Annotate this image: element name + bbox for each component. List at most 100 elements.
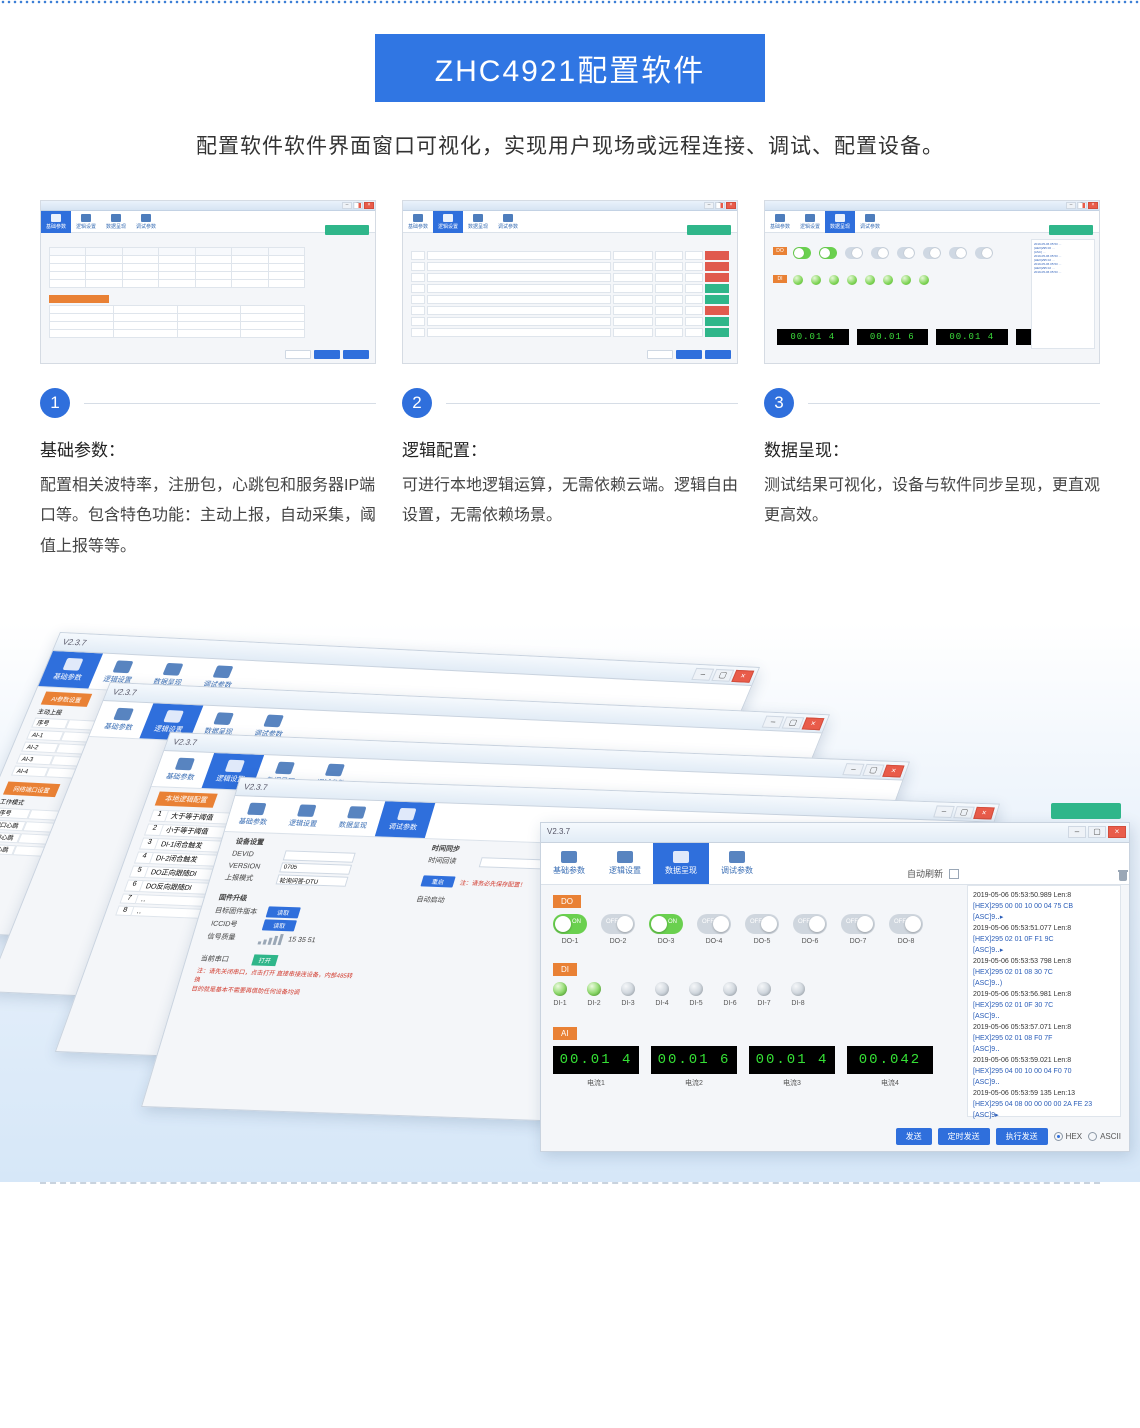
do-label: DO-8 xyxy=(898,938,915,945)
ai-readout-col: 00.01 4电流3 xyxy=(749,1046,835,1088)
save-warning: 注：请务必先保存配置！ xyxy=(459,878,528,889)
feature-2: 2 逻辑配置： 可进行本地逻辑运算，无需依赖云端。逻辑自由设置，无需依赖场景。 xyxy=(402,388,738,562)
di-led xyxy=(689,982,703,996)
log-panel-header[interactable] xyxy=(1051,803,1121,819)
stacked-pane-dataview-front: V2.3.7 –▢× 基础参数 逻辑设置 数据呈现 调试参数 日志信息 自动刷新… xyxy=(540,822,1130,1152)
feature-row: 1 基础参数： 配置相关波特率，注册包，心跳包和服务器IP端口等。包含特色功能：… xyxy=(0,388,1140,562)
di-led-col: DI-5 xyxy=(689,982,703,1007)
do-toggle[interactable] xyxy=(793,914,827,934)
close-icon[interactable]: × xyxy=(1108,826,1126,838)
send-button[interactable]: 发送 xyxy=(896,1128,932,1145)
devid-label: DEVID xyxy=(231,850,279,859)
tab-label: 数据呈现 xyxy=(468,223,488,230)
trash-icon[interactable] xyxy=(1117,869,1129,881)
report-mode-input[interactable] xyxy=(276,875,349,887)
do-toggle[interactable] xyxy=(841,914,875,934)
log-panel: 2019-05-06 05:53:50.989 Len:8 [HEX]295 0… xyxy=(967,885,1121,1117)
di-led-col: DI-1 xyxy=(553,982,567,1007)
exec-send-button[interactable]: 执行发送 xyxy=(996,1128,1048,1145)
ai-label: 电流3 xyxy=(783,1078,801,1088)
screenshot-basic-params: –▢× 基础参数 逻辑设置 数据呈现 调试参数 xyxy=(40,200,376,364)
restart-button[interactable]: 重启 xyxy=(420,876,455,888)
feature-title: 逻辑配置： xyxy=(402,436,738,461)
do-toggle[interactable] xyxy=(889,914,923,934)
do-toggle[interactable] xyxy=(601,914,635,934)
version-input[interactable] xyxy=(279,863,352,875)
tab-debug[interactable]: 调试参数 xyxy=(375,801,436,838)
signal-bars-icon xyxy=(258,933,285,946)
tab-debug[interactable]: 调试参数 xyxy=(709,843,765,884)
section-ai: AI参数设置 xyxy=(41,692,92,707)
tab-label: 基础参数 xyxy=(165,771,197,782)
tab-label: 逻辑设置 xyxy=(438,223,458,230)
ai-readout-col: 00.01 4电流1 xyxy=(553,1046,639,1088)
do-toggle[interactable] xyxy=(697,914,731,934)
serial-port-label: 当前串口 xyxy=(199,953,248,965)
page-subtitle: 配置软件软件界面窗口可视化，实现用户现场或远程连接、调试、配置设备。 xyxy=(40,130,1100,160)
serial-open-button[interactable]: 打开 xyxy=(251,955,278,967)
radio-ascii[interactable]: ASCII xyxy=(1088,1132,1121,1141)
do-label: DO-3 xyxy=(658,938,675,945)
do-toggle[interactable] xyxy=(649,914,683,934)
auto-refresh-label: 自动刷新 xyxy=(907,867,943,880)
tab-label: 数据呈现 xyxy=(337,820,368,831)
radio-label: ASCII xyxy=(1100,1132,1121,1141)
read-button[interactable]: 读取 xyxy=(266,907,301,919)
do-toggle-col: DO-5 xyxy=(745,914,779,945)
timed-send-button[interactable]: 定时发送 xyxy=(938,1128,990,1145)
screenshot-row: –▢× 基础参数 逻辑设置 数据呈现 调试参数 xyxy=(0,200,1140,364)
tab-label: 调试参数 xyxy=(860,223,880,230)
tab-label: 数据呈现 xyxy=(106,223,126,230)
feature-number-badge: 2 xyxy=(402,388,432,418)
feature-body: 测试结果可视化，设备与软件同步呈现，更直观更高效。 xyxy=(764,471,1100,532)
log-button xyxy=(325,225,369,235)
window-version: V2.3.7 xyxy=(111,687,138,697)
wrench-icon xyxy=(729,851,745,863)
ai-label: 电流2 xyxy=(685,1078,703,1088)
di-label: DI-1 xyxy=(553,1000,566,1007)
minimize-icon[interactable]: – xyxy=(1068,826,1086,838)
tab-label: 基础参数 xyxy=(770,223,790,230)
stacked-screenshots: V2.3.7 –▢× 基础参数 逻辑设置 数据呈现 调试参数 AI参数设置 主动… xyxy=(0,622,1140,1182)
auto-refresh-checkbox[interactable] xyxy=(949,869,959,879)
ai-label: 电流4 xyxy=(881,1078,899,1088)
radio-hex[interactable]: HEX xyxy=(1054,1132,1082,1141)
di-led xyxy=(587,982,601,996)
time-readback-label: 时间回读 xyxy=(427,856,476,868)
maximize-icon[interactable]: ▢ xyxy=(1088,826,1106,838)
di-label: DI-2 xyxy=(587,1000,600,1007)
gear-icon xyxy=(617,851,633,863)
top-dotted-rule xyxy=(0,0,1140,4)
di-label: DI-3 xyxy=(621,1000,634,1007)
di-led xyxy=(553,982,567,996)
do-toggle-col: DO-7 xyxy=(841,914,875,945)
window-controls[interactable]: –▢× xyxy=(1068,826,1126,838)
target-fw-label: 目标固件版本 xyxy=(214,905,263,917)
read-button[interactable]: 读取 xyxy=(262,920,297,932)
signal-label: 信号质量 xyxy=(206,932,255,944)
tab-data[interactable]: 数据呈现 xyxy=(653,843,709,884)
log-button xyxy=(1049,225,1093,235)
ai-lcd: 00.01 6 xyxy=(651,1046,737,1074)
tab-basic[interactable]: 基础参数 xyxy=(541,843,597,884)
do-toggle[interactable] xyxy=(553,914,587,934)
work-mode-label: 工作模式 xyxy=(0,800,25,807)
do-label: DO-4 xyxy=(706,938,723,945)
di-led-col: DI-3 xyxy=(621,982,635,1007)
window-version: V2.3.7 xyxy=(61,638,88,648)
do-toggle[interactable] xyxy=(745,914,779,934)
feature-1: 1 基础参数： 配置相关波特率，注册包，心跳包和服务器IP端口等。包含特色功能：… xyxy=(40,388,376,562)
devid-input[interactable] xyxy=(283,851,356,863)
ai-readout-col: 00.042电流4 xyxy=(847,1046,933,1088)
di-label: DI-5 xyxy=(689,1000,702,1007)
di-led-col: DI-4 xyxy=(655,982,669,1007)
feature-3: 3 数据呈现： 测试结果可视化，设备与软件同步呈现，更直观更高效。 xyxy=(764,388,1100,562)
section-do: DO xyxy=(553,895,581,908)
screenshot-data-view: –▢× 基础参数 逻辑设置 数据呈现 调试参数 DO DI 00.01 4 00… xyxy=(764,200,1100,364)
tab-logic[interactable]: 逻辑设置 xyxy=(597,843,653,884)
bottom-dashed-rule xyxy=(40,1182,1100,1184)
di-led-col: DI-8 xyxy=(791,982,805,1007)
do-label: DO-7 xyxy=(850,938,867,945)
feature-title: 基础参数： xyxy=(40,436,376,461)
auto-refresh-row: 自动刷新 xyxy=(907,867,959,880)
